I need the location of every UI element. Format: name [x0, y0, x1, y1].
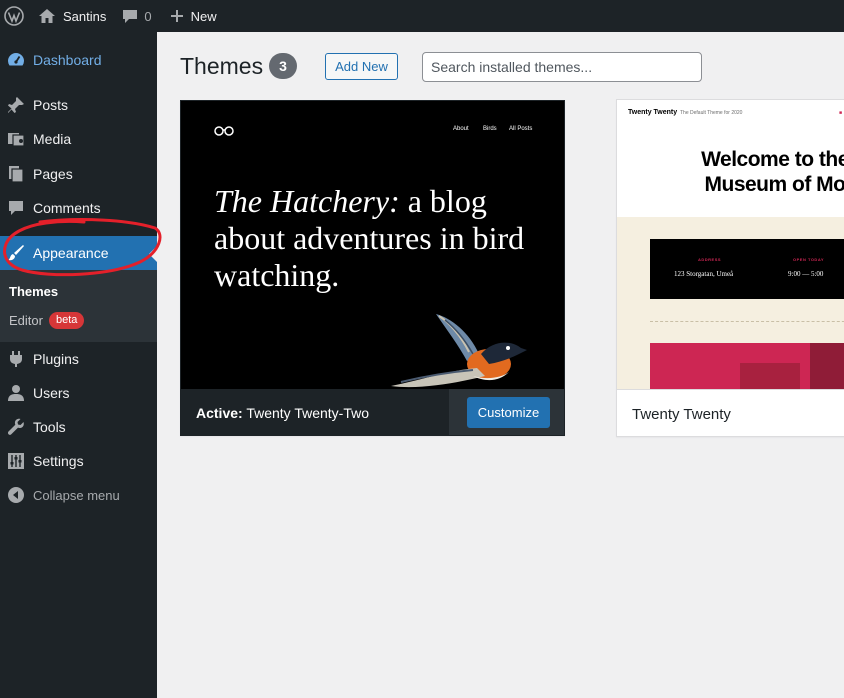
bird-illustration — [391, 314, 527, 388]
preview-divider — [650, 321, 844, 322]
preview-header: Twenty Twenty The Default Theme for 2020… — [617, 100, 844, 217]
menu-users-label: Users — [33, 385, 70, 401]
preview-brand: Twenty Twenty — [628, 109, 678, 116]
submenu-editor-label: Editor — [9, 313, 43, 328]
pages-icon — [7, 165, 25, 183]
menu-tools-label: Tools — [33, 419, 66, 435]
collapse-menu-label: Collapse menu — [33, 487, 120, 503]
preview-nav-item: Birds — [483, 126, 497, 132]
preview-address-label: ADDRESS — [698, 257, 722, 262]
submenu-editor[interactable]: Editor beta — [9, 312, 85, 329]
preview-hero-italic: The Hatchery: — [214, 183, 400, 219]
plus-icon — [170, 10, 183, 22]
menu-tools[interactable]: Tools — [0, 414, 157, 440]
menu-pages[interactable]: Pages — [0, 161, 157, 187]
preview-image — [650, 343, 844, 389]
customize-button[interactable]: Customize — [467, 397, 550, 428]
theme-card-footer: Active: Twenty Twenty-Two Customize — [181, 389, 564, 435]
menu-posts-label: Posts — [33, 97, 69, 113]
new-content-button[interactable]: New — [160, 0, 225, 32]
menu-appearance[interactable]: Appearance — [0, 236, 157, 270]
menu-plugins[interactable]: Plugins — [0, 346, 157, 372]
menu-media-label: Media — [33, 131, 72, 147]
menu-comments-label: Comments — [33, 200, 101, 216]
media-icon — [7, 130, 25, 148]
theme-screenshot[interactable]: About Birds All Posts The Hatchery: a bl… — [181, 101, 564, 389]
preview-menu-dot-icon: ■ — [839, 110, 843, 116]
menu-dashboard-label: Dashboard — [33, 52, 102, 68]
pushpin-icon — [7, 96, 25, 114]
add-new-theme-button[interactable]: Add New — [325, 53, 398, 80]
new-label: New — [190, 8, 217, 24]
menu-appearance-label: Appearance — [33, 245, 109, 261]
user-icon — [7, 384, 25, 402]
preview-tagline: The Default Theme for 2020 — [680, 110, 743, 116]
admin-bar: Santins 0 New — [0, 0, 844, 32]
active-theme-label: Active: Twenty Twenty-Two — [196, 405, 369, 421]
menu-settings-label: Settings — [33, 453, 84, 469]
preview-nav-item: All Posts — [509, 126, 533, 132]
menu-users[interactable]: Users — [0, 380, 157, 406]
preview-info-box: ADDRESS 123 Storgatan, Umeå OPEN TODAY 9… — [650, 239, 844, 299]
page-title: Themes — [180, 53, 264, 79]
preview-open-label: OPEN TODAY — [793, 257, 825, 262]
active-prefix: Active: — [196, 405, 243, 421]
menu-plugins-label: Plugins — [33, 351, 79, 367]
menu-posts[interactable]: Posts — [0, 92, 157, 118]
site-name-link[interactable]: Santins — [30, 0, 114, 32]
theme-name: Twenty Twenty-Two — [246, 405, 370, 421]
preview-address-value: 123 Storgatan, Umeå — [674, 270, 734, 278]
submenu-themes[interactable]: Themes — [9, 284, 58, 299]
beta-badge: beta — [48, 312, 85, 329]
menu-media[interactable]: Media — [0, 126, 157, 152]
search-themes-input[interactable] — [422, 52, 702, 82]
binoculars-logo-icon — [214, 125, 234, 139]
theme-count-badge: 3 — [269, 53, 297, 79]
collapse-arrow-icon — [7, 486, 25, 504]
menu-dashboard[interactable]: Dashboard — [0, 47, 157, 73]
wordpress-icon — [4, 6, 24, 26]
comment-icon — [7, 199, 25, 217]
settings-sliders-icon — [7, 452, 25, 470]
theme-card[interactable]: Twenty Twenty The Default Theme for 2020… — [616, 99, 844, 437]
menu-settings[interactable]: Settings — [0, 448, 157, 474]
wrench-icon — [7, 418, 25, 436]
theme-card-footer: Twenty Twenty — [617, 389, 844, 436]
menu-comments[interactable]: Comments — [0, 195, 157, 221]
preview-nav-item: About — [453, 126, 469, 132]
admin-sidebar: Dashboard Posts Media Pages Comments App… — [0, 32, 157, 698]
comment-icon — [123, 9, 138, 23]
preview-title: Welcome to the Museum of Mo — [701, 148, 844, 196]
preview-hero-text: The Hatchery: a blog about adventures in… — [214, 183, 544, 294]
collapse-menu-button[interactable]: Collapse menu — [0, 482, 157, 508]
wordpress-logo-button[interactable] — [0, 0, 30, 32]
plugin-icon — [7, 350, 25, 368]
appearance-submenu: Themes Editor beta — [0, 270, 157, 342]
theme-screenshot[interactable]: Twenty Twenty The Default Theme for 2020… — [617, 100, 844, 389]
comments-count: 0 — [144, 8, 152, 24]
theme-card-active[interactable]: About Birds All Posts The Hatchery: a bl… — [180, 100, 565, 436]
menu-pages-label: Pages — [33, 166, 73, 182]
paintbrush-icon — [7, 244, 25, 262]
preview-open-value: 9:00 — 5:00 — [788, 270, 824, 278]
home-icon — [39, 9, 55, 23]
site-name: Santins — [63, 8, 107, 24]
theme-name: Twenty Twenty — [632, 406, 731, 423]
dashboard-icon — [7, 51, 25, 69]
comments-link[interactable]: 0 — [114, 0, 159, 32]
